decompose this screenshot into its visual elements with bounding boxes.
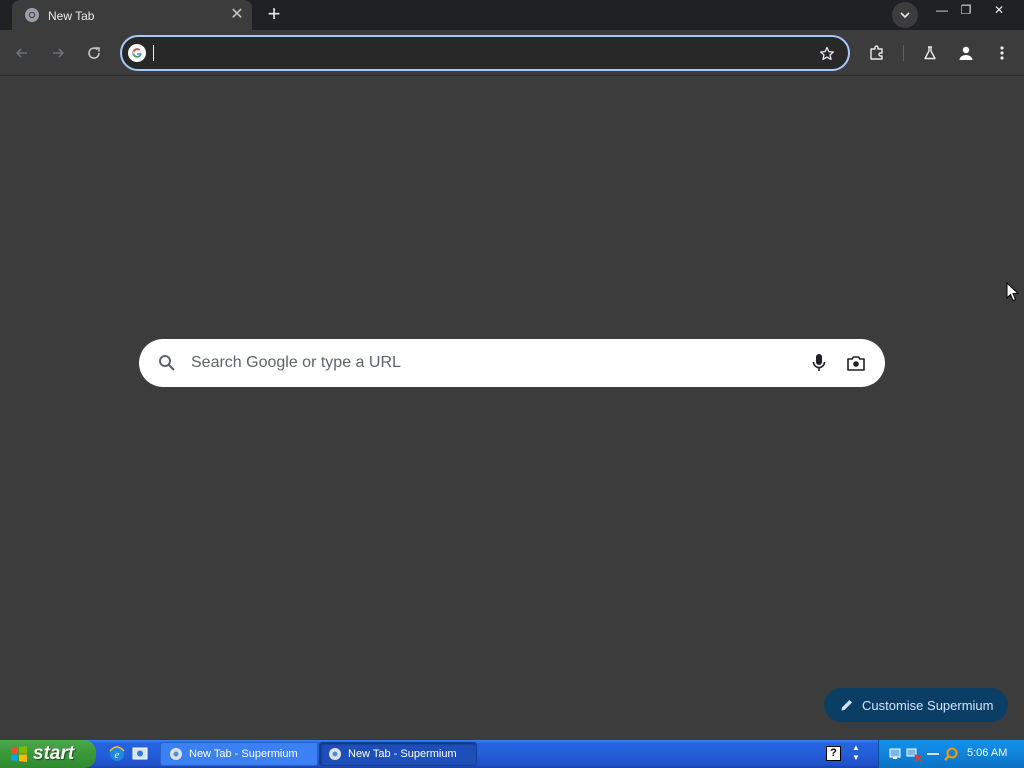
start-label: start [33,743,75,764]
taskbar-item-label: New Tab - Supermium [348,748,457,760]
svg-text:e: e [115,749,120,761]
kebab-menu-icon [1000,46,1004,60]
clock: 5:06 AM [967,747,1008,759]
tab-new-tab[interactable]: New Tab ✕ [12,0,252,30]
arrow-right-icon [53,48,65,58]
window-close-button[interactable]: ✕ [984,0,1014,20]
google-icon [128,44,146,62]
search-icon[interactable] [943,746,959,762]
reload-button[interactable] [82,41,106,65]
show-desktop-icon[interactable] [131,745,149,763]
taskbar: start e New Tab - Supermium New Tab - Su… [0,740,1024,768]
toolbar-divider [903,45,904,61]
chromium-icon [25,8,39,22]
arrow-left-icon [15,48,27,58]
forward-button[interactable] [46,41,70,65]
text-caret [153,45,154,61]
pencil-icon [841,700,852,711]
chevron-down-icon [900,12,910,19]
volume-icon[interactable] [925,746,941,762]
taskbar-item-label: New Tab - Supermium [189,748,298,760]
reload-icon [88,47,100,59]
close-icon[interactable]: ✕ [227,5,247,25]
profile-button[interactable] [954,41,978,65]
title-bar: New Tab ✕ + — ❐ ✕ [0,0,1024,30]
supermium-icon [329,748,341,760]
internet-explorer-icon[interactable]: e [108,745,126,763]
taskbar-scroll-arrows[interactable]: ▲ ▼ [850,743,862,765]
search-icon [159,355,175,371]
taskbar-item-active[interactable]: New Tab - Supermium [319,742,477,766]
labs-button[interactable] [918,41,942,65]
extensions-button[interactable] [865,41,889,65]
tab-title: New Tab [48,9,95,23]
ntp-search-input[interactable] [191,353,791,373]
flask-icon [924,46,936,60]
help-icon[interactable]: ? [826,746,841,761]
start-button[interactable]: start [0,740,96,768]
mouse-cursor-icon [1006,282,1020,302]
address-bar[interactable] [120,35,850,71]
new-tab-button[interactable]: + [262,3,286,27]
customise-button[interactable]: Customise Supermium [824,688,1008,722]
customise-label: Customise Supermium [862,697,994,713]
windows-logo-icon [11,746,27,762]
tab-search-button[interactable] [892,2,918,28]
camera-icon [847,356,865,371]
network-disconnected-icon[interactable] [906,746,922,762]
toolbar [0,30,1024,76]
network-icon[interactable] [887,746,903,762]
bookmark-star-button[interactable] [816,43,838,65]
image-search-button[interactable] [843,351,869,375]
person-icon [959,46,973,60]
supermium-icon [170,748,182,760]
menu-button[interactable] [990,41,1014,65]
star-icon [820,46,834,61]
restore-button[interactable]: ❐ [953,0,979,20]
new-tab-page: Customise Supermium [0,77,1024,740]
taskbar-item[interactable]: New Tab - Supermium [160,742,318,766]
omnibox-input[interactable] [158,43,798,63]
microphone-icon [812,354,826,371]
browser-window: New Tab ✕ + — ❐ ✕ Search Google or type … [0,0,1024,740]
minimize-button[interactable]: — [929,0,955,20]
puzzle-icon [870,45,883,60]
voice-search-button[interactable] [807,351,831,375]
ntp-search-box[interactable] [139,339,885,387]
back-button[interactable] [10,41,34,65]
